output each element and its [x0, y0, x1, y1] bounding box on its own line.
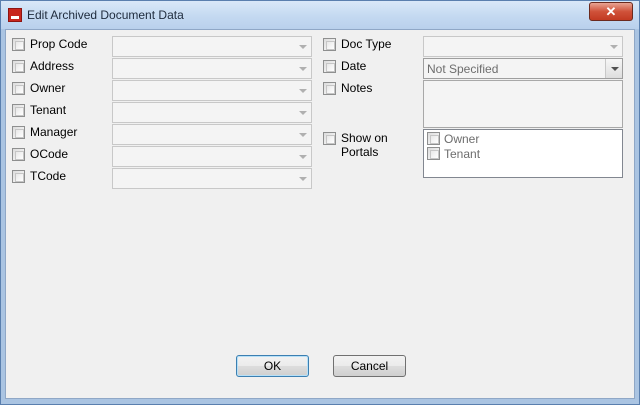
prop-code-checkbox[interactable]: [12, 38, 25, 51]
notes-checkbox[interactable]: [323, 82, 336, 95]
tenant-checkbox[interactable]: [12, 104, 25, 117]
date-value: Not Specified: [427, 62, 499, 76]
tcode-checkbox[interactable]: [12, 170, 25, 183]
portal-owner-checkbox[interactable]: [427, 132, 440, 145]
portal-tenant-label: Tenant: [444, 147, 481, 161]
chevron-down-icon[interactable]: [294, 59, 311, 78]
notes-textarea[interactable]: [423, 80, 623, 128]
chevron-down-icon[interactable]: [294, 37, 311, 56]
portal-owner-label: Owner: [444, 132, 480, 146]
tcode-label: TCode: [30, 169, 67, 183]
address-combo[interactable]: [112, 58, 312, 79]
title-bar[interactable]: Edit Archived Document Data ✕: [1, 1, 639, 29]
app-logo-icon: [8, 8, 22, 22]
tenant-combo[interactable]: [112, 102, 312, 123]
window-title: Edit Archived Document Data: [27, 8, 184, 22]
show-on-portals-label-line2: Portals: [341, 145, 379, 159]
cancel-button[interactable]: Cancel: [333, 355, 406, 377]
ocode-label: OCode: [30, 147, 69, 161]
dialog-window: Edit Archived Document Data ✕ Prop Code …: [0, 0, 640, 405]
ocode-checkbox[interactable]: [12, 148, 25, 161]
tcode-combo[interactable]: [112, 168, 312, 189]
prop-code-label: Prop Code: [30, 37, 88, 51]
owner-combo[interactable]: [112, 80, 312, 101]
manager-checkbox[interactable]: [12, 126, 25, 139]
chevron-down-icon[interactable]: [294, 147, 311, 166]
close-button[interactable]: ✕: [589, 2, 633, 21]
address-label: Address: [30, 59, 75, 73]
dialog-body: Prop Code Address Owner Tenant Manager O…: [5, 29, 635, 399]
prop-code-combo[interactable]: [112, 36, 312, 57]
chevron-down-icon[interactable]: [294, 125, 311, 144]
notes-label: Notes: [341, 81, 373, 95]
doc-type-label: Doc Type: [341, 37, 392, 51]
owner-label: Owner: [30, 81, 66, 95]
chevron-down-icon[interactable]: [294, 103, 311, 122]
owner-checkbox[interactable]: [12, 82, 25, 95]
date-checkbox[interactable]: [323, 60, 336, 73]
chevron-down-icon[interactable]: [294, 81, 311, 100]
doc-type-checkbox[interactable]: [323, 38, 336, 51]
chevron-down-icon[interactable]: [605, 59, 622, 78]
ok-button[interactable]: OK: [236, 355, 309, 377]
portal-tenant-checkbox[interactable]: [427, 147, 440, 160]
chevron-down-icon[interactable]: [605, 37, 622, 56]
ocode-combo[interactable]: [112, 146, 312, 167]
show-on-portals-label-line1: Show on: [341, 131, 388, 145]
doc-type-combo[interactable]: [423, 36, 623, 57]
manager-label: Manager: [30, 125, 78, 139]
show-on-portals-checkbox[interactable]: [323, 132, 336, 145]
address-checkbox[interactable]: [12, 60, 25, 73]
date-label: Date: [341, 59, 367, 73]
portals-checklist: Owner Tenant: [423, 129, 623, 178]
chevron-down-icon[interactable]: [294, 169, 311, 188]
tenant-label: Tenant: [30, 103, 67, 117]
manager-combo[interactable]: [112, 124, 312, 145]
date-combo[interactable]: Not Specified: [423, 58, 623, 79]
